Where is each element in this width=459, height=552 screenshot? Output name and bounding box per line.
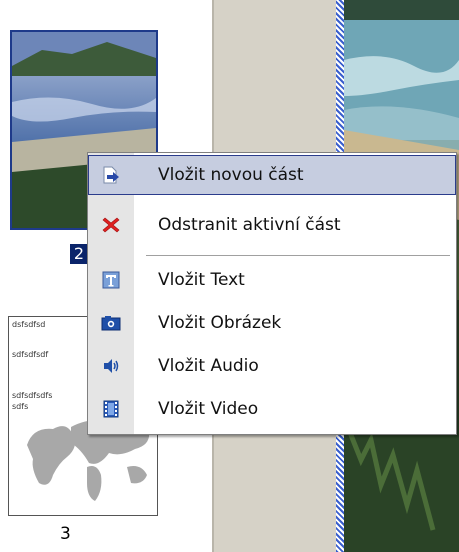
context-menu: Vložit novou část Odstranit aktivní část…	[87, 152, 457, 435]
menu-item-label: Vložit Video	[158, 399, 259, 419]
menu-item-insert-image[interactable]: Vložit Obrázek	[88, 303, 456, 343]
menu-item-label: Vložit Obrázek	[158, 313, 282, 333]
menu-item-insert-text[interactable]: Vložit Text	[88, 260, 456, 300]
delete-x-icon	[102, 217, 120, 233]
image-icon	[101, 316, 121, 331]
page-number: 3	[60, 524, 71, 544]
audio-icon	[104, 359, 119, 373]
insert-part-icon	[103, 166, 119, 184]
menu-item-label: Vložit Text	[158, 270, 245, 290]
video-icon	[103, 400, 119, 418]
menu-item-label: Vložit novou část	[158, 165, 304, 185]
menu-item-delete-part[interactable]: Odstranit aktivní část	[88, 205, 456, 245]
menu-item-insert-part[interactable]: Vložit novou část	[88, 155, 456, 195]
text-icon	[102, 271, 120, 289]
menu-item-insert-video[interactable]: Vložit Video	[88, 389, 456, 429]
menu-separator	[146, 255, 450, 256]
menu-item-insert-audio[interactable]: Vložit Audio	[88, 346, 456, 386]
page-number-selected: 2	[70, 244, 88, 264]
menu-item-label: Vložit Audio	[158, 356, 259, 376]
menu-item-label: Odstranit aktivní část	[158, 215, 341, 235]
